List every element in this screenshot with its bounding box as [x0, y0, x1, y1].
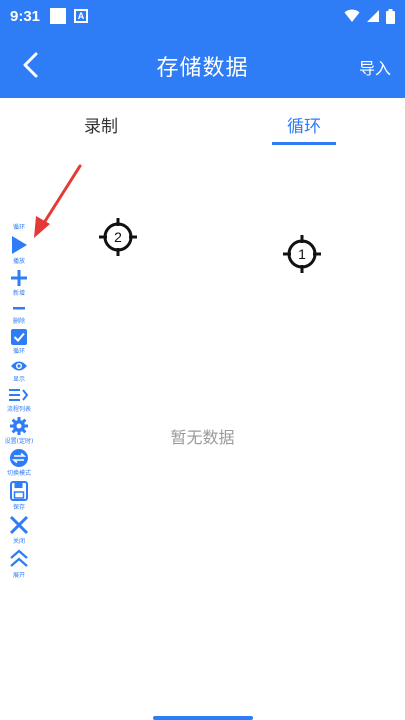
status-time: 9:31: [10, 7, 41, 25]
crosshair-icon: 2: [99, 218, 137, 256]
save-icon: [10, 481, 28, 501]
signal-icon: [367, 10, 379, 22]
settings-timer-button[interactable]: 设置(定时): [4, 417, 34, 445]
tool-label-loop: 循环: [12, 348, 25, 355]
plus-icon: [11, 270, 27, 286]
tool-label-close: 关闭: [12, 538, 25, 545]
show-button[interactable]: 显示: [4, 359, 34, 383]
switch-mode-button[interactable]: 切换模式: [4, 449, 34, 477]
loop-toggle[interactable]: 循环: [4, 329, 34, 355]
tool-label-switch-mode: 切换模式: [6, 470, 31, 477]
tool-label-show: 显示: [12, 376, 25, 383]
a-badge-icon: A: [74, 9, 89, 23]
tool-label-delete: 删除: [12, 318, 25, 325]
close-button[interactable]: 关闭: [4, 515, 34, 545]
wifi-icon: [344, 9, 360, 22]
process-list-button[interactable]: 流程列表: [4, 387, 34, 413]
delete-button[interactable]: 删除: [4, 301, 34, 325]
tool-label-settings: 设置(定时): [4, 438, 34, 445]
tool-label-play: 播放: [12, 258, 25, 265]
status-bar: 9:31 A: [0, 0, 405, 32]
target-number: 2: [114, 229, 122, 245]
play-button[interactable]: 播放: [4, 235, 34, 265]
tab-loop[interactable]: 循环: [287, 112, 321, 137]
active-tab-indicator: [272, 142, 336, 145]
notification-square-icon: [50, 8, 67, 24]
list-icon: [9, 389, 29, 401]
tab-bar: 录制 循环: [0, 98, 405, 150]
switch-icon: [10, 449, 28, 467]
add-button[interactable]: 新增: [4, 269, 34, 297]
tab-record[interactable]: 录制: [84, 112, 118, 137]
status-icons: [344, 8, 395, 24]
checkbox-icon: [11, 329, 27, 345]
expand-button[interactable]: 展开: [4, 549, 34, 579]
save-button[interactable]: 保存: [4, 481, 34, 511]
play-icon: [12, 236, 27, 254]
click-target-1[interactable]: 1: [283, 235, 321, 273]
app-bar: 存储数据 导入: [0, 32, 405, 98]
home-indicator[interactable]: [153, 716, 253, 720]
gear-icon: [10, 417, 28, 435]
battery-icon: [386, 8, 395, 24]
toolbar-header: 循环: [12, 224, 25, 231]
target-number: 1: [298, 246, 306, 262]
expand-icon: [10, 549, 28, 567]
minus-icon: [13, 307, 25, 310]
crosshair-icon: 1: [283, 235, 321, 273]
tool-label-process-list: 流程列表: [6, 406, 31, 413]
close-icon: [9, 515, 29, 535]
floating-toolbar: 循环 播放 新增 删除 循环 显示 流程列表 设置(定时) 切换模式 保存 关闭…: [4, 222, 34, 583]
eye-icon: [11, 361, 27, 371]
tool-label-add: 新增: [12, 290, 25, 297]
empty-state-text: 暂无数据: [170, 428, 235, 447]
click-target-2[interactable]: 2: [99, 218, 137, 256]
tool-label-save: 保存: [12, 504, 25, 511]
tool-label-expand: 展开: [12, 572, 25, 579]
page-title: 存储数据: [156, 56, 249, 81]
annotation-arrow-icon: [34, 164, 82, 238]
import-button[interactable]: 导入: [359, 55, 391, 79]
